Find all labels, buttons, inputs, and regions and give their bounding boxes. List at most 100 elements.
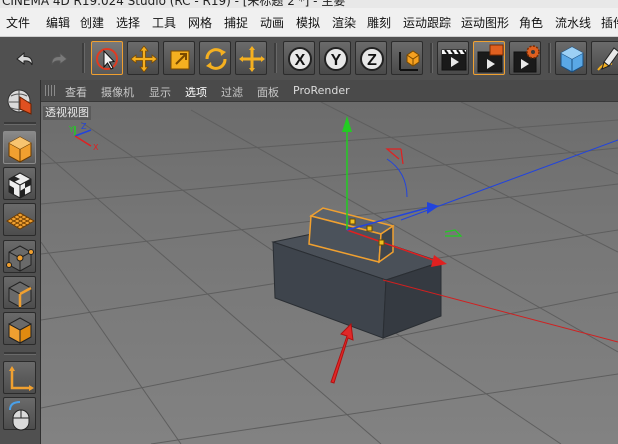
toolbar-separator [430, 43, 433, 73]
z-axis-lock-button[interactable]: Z [355, 41, 387, 75]
move-button[interactable] [127, 41, 159, 75]
menu-snap[interactable]: 捕捉 [224, 14, 248, 31]
viewport-scene: Z Y X [41, 102, 618, 444]
main-menu-bar: 文件 编辑 创建 选择 工具 网格 捕捉 动画 模拟 渲染 雕刻 运动跟踪 运动… [0, 8, 618, 37]
enable-axis-icon [9, 366, 34, 391]
viewport-menu-prorender[interactable]: ProRender [293, 84, 350, 97]
y-axis-label: Y [331, 52, 342, 69]
points-mode-icon [6, 245, 34, 272]
menu-create[interactable]: 创建 [80, 14, 104, 31]
left-toolbar-separator [4, 352, 36, 355]
view-axis-indicator: Z Y X [68, 122, 99, 152]
make-editable-button[interactable] [3, 84, 36, 117]
main-toolbar: X Y Z [0, 37, 618, 80]
render-to-picture-viewer-icon [477, 44, 504, 73]
viewport-menu-display[interactable]: 显示 [149, 84, 171, 100]
toolbar-separator [548, 43, 551, 73]
render-settings-button[interactable] [509, 41, 541, 75]
viewport-menu-panel[interactable]: 面板 [257, 84, 279, 100]
gizmo-handle-x[interactable] [366, 225, 373, 232]
coordinate-system-button[interactable] [391, 41, 423, 75]
menu-tools[interactable]: 工具 [152, 14, 176, 31]
menu-animate[interactable]: 动画 [260, 14, 284, 31]
x-axis-lock-button[interactable]: X [283, 41, 315, 75]
live-selection-button[interactable] [91, 41, 123, 75]
y-axis-lock-button[interactable]: Y [319, 41, 351, 75]
menu-mograph[interactable]: 运动图形 [461, 14, 509, 31]
coordinate-system-icon [399, 50, 420, 71]
tweak-mode-button[interactable] [3, 397, 36, 431]
cube-primitive-button[interactable] [555, 41, 587, 75]
gizmo-handle-z[interactable] [378, 239, 385, 246]
mode-toolbar [0, 80, 41, 444]
view-axis-z-label: Y [68, 125, 74, 134]
menu-plugins[interactable]: 插件 [601, 14, 618, 31]
toolbar-separator [274, 43, 277, 73]
enable-axis-button[interactable] [3, 361, 36, 394]
render-settings-icon [513, 45, 540, 73]
menu-edit[interactable]: 编辑 [46, 14, 70, 31]
add-tool-button[interactable] [235, 41, 267, 75]
model-mode-button[interactable] [3, 131, 36, 164]
tweak-mode-icon [9, 401, 30, 431]
rotate-icon [205, 48, 227, 70]
render-to-picture-viewer-button[interactable] [473, 41, 505, 75]
yz-plane-handle[interactable] [386, 158, 408, 198]
points-mode-button[interactable] [3, 240, 36, 273]
menu-pipeline[interactable]: 流水线 [555, 14, 591, 31]
polygons-mode-button[interactable] [3, 312, 36, 345]
redo-icon [51, 51, 68, 66]
live-selection-icon [96, 48, 118, 70]
z-axis-label: Z [367, 52, 377, 69]
pen-spline-button[interactable] [591, 41, 618, 75]
render-view-button[interactable] [437, 41, 469, 75]
scale-button[interactable] [163, 41, 195, 75]
workplane-mode-button[interactable] [3, 203, 36, 236]
menu-select[interactable]: 选择 [116, 14, 140, 31]
perspective-viewport[interactable]: Z Y X 透视视图 [41, 102, 618, 444]
view-axis-y-label: Z [81, 122, 87, 131]
pen-spline-icon [597, 47, 618, 71]
render-view-icon [441, 49, 467, 71]
window-title: CINEMA 4D R19.024 Studio (RC - R19) - [未… [2, 0, 346, 8]
xz-plane-handle[interactable] [444, 229, 463, 237]
left-toolbar-separator [4, 122, 36, 125]
make-editable-icon [7, 89, 32, 115]
move-icon [130, 45, 158, 73]
menu-sculpt[interactable]: 雕刻 [367, 14, 391, 31]
scale-icon [170, 50, 190, 70]
polygons-mode-icon [8, 317, 32, 344]
texture-mode-button[interactable] [3, 167, 36, 200]
viewport-menu-grip-icon[interactable] [45, 85, 57, 96]
add-icon [239, 46, 265, 72]
viewport-menu-bar: 查看 摄像机 显示 选项 过滤 面板 ProRender [41, 80, 618, 102]
viewport-menu-view[interactable]: 查看 [65, 84, 87, 100]
viewport-menu-filter[interactable]: 过滤 [221, 84, 243, 100]
menu-motion-tracker[interactable]: 运动跟踪 [403, 14, 451, 31]
edges-mode-icon [8, 281, 32, 308]
title-bar: CINEMA 4D R19.024 Studio (RC - R19) - [未… [0, 0, 618, 8]
viewport-name-label: 透视视图 [43, 106, 91, 120]
gizmo-center-handle[interactable] [349, 218, 356, 225]
undo-button[interactable] [8, 41, 40, 75]
menu-file[interactable]: 文件 [6, 14, 30, 31]
x-axis-label: X [295, 52, 306, 69]
viewport-menu-cameras[interactable]: 摄像机 [101, 84, 134, 100]
texture-mode-icon [8, 172, 32, 199]
z-axis-lock-icon: Z [360, 47, 384, 71]
menu-simulate[interactable]: 模拟 [296, 14, 320, 31]
edges-mode-button[interactable] [3, 276, 36, 309]
cube-primitive-icon [560, 46, 584, 73]
menu-character[interactable]: 角色 [519, 14, 543, 31]
menu-render[interactable]: 渲染 [332, 14, 356, 31]
xy-plane-handle[interactable] [385, 148, 404, 165]
menu-mesh[interactable]: 网格 [188, 14, 212, 31]
workplane-mode-icon [6, 212, 36, 230]
model-mode-icon [8, 136, 32, 163]
redo-button[interactable] [44, 41, 76, 75]
viewport-menu-options[interactable]: 选项 [185, 84, 207, 100]
toolbar-separator [82, 43, 85, 73]
view-axis-x-label: X [93, 143, 99, 152]
rotate-button[interactable] [199, 41, 231, 75]
x-axis-lock-icon: X [288, 47, 312, 71]
